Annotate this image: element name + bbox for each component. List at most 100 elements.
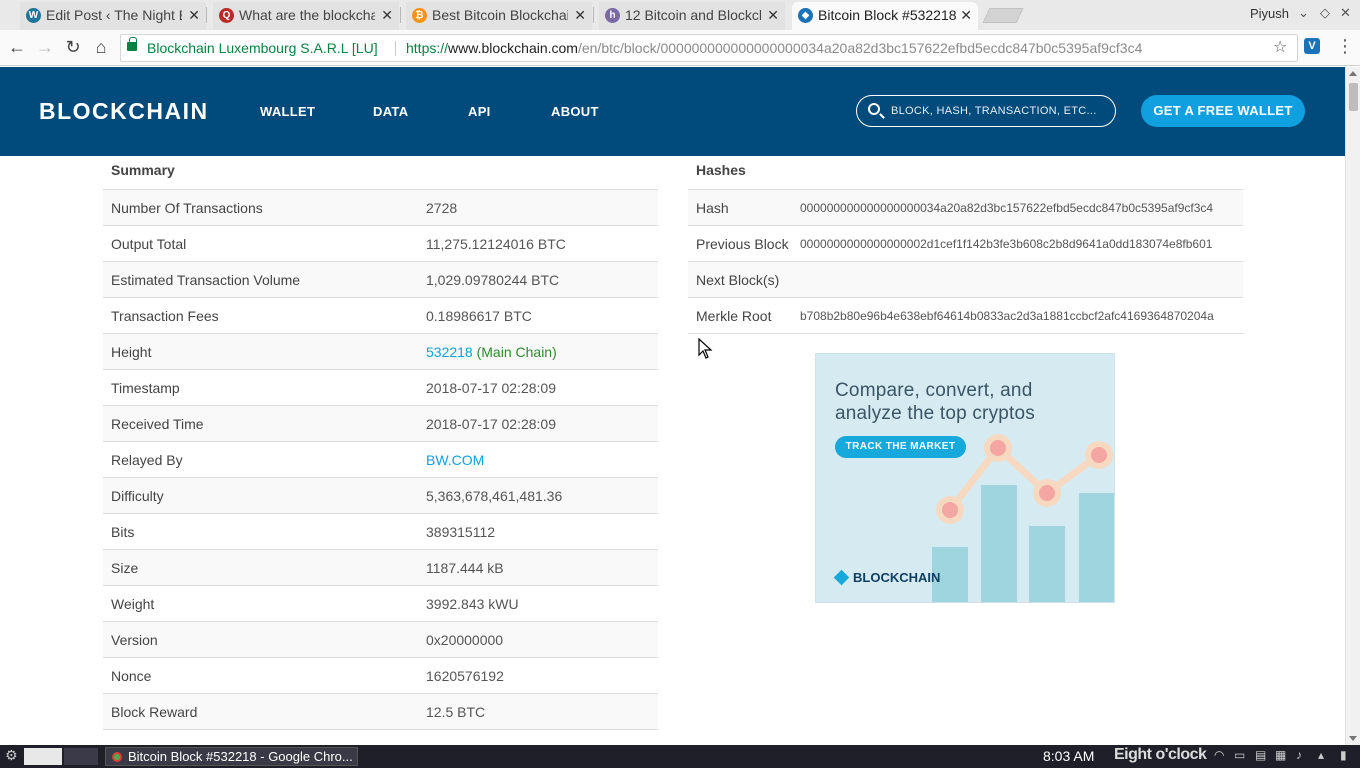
chevron-down-icon[interactable]: ⌄ [1298, 5, 1309, 21]
close-tab-icon[interactable]: ✕ [960, 2, 972, 28]
close-tab-icon[interactable]: ✕ [381, 2, 393, 28]
summary-row: Nonce 1620576192 [103, 658, 658, 694]
quora-icon: Q [219, 8, 234, 23]
hash-value: b708b2b80e96b4e638ebf64614b0833ac2d3a188… [800, 309, 1214, 323]
summary-value: 389315112 [426, 524, 496, 540]
summary-row: Transaction Fees 0.18986617 BTC [103, 298, 658, 334]
ev-certificate-label: Blockchain Luxembourg S.A.R.L [LU] [147, 40, 378, 56]
new-tab-button[interactable] [982, 8, 1024, 23]
nav-api[interactable]: API [468, 104, 491, 119]
nav-about[interactable]: ABOUT [551, 104, 599, 119]
tab-title: 12 Bitcoin and Blockch [625, 7, 761, 23]
summary-heading: Summary [103, 156, 658, 190]
summary-row: Difficulty 5,363,678,461,481.36 [103, 478, 658, 514]
tab-best-bitcoin[interactable]: ₿ Best Bitcoin Blockchair ✕ [406, 2, 592, 30]
summary-value: 3992.843 kWU [426, 596, 519, 612]
tab-edit-post[interactable]: W Edit Post ‹ The Night B ✕ [20, 2, 206, 30]
calendar-icon[interactable]: ▦ [1275, 748, 1286, 762]
hash-label: Next Block(s) [696, 272, 780, 288]
scroll-down-icon[interactable] [1349, 736, 1357, 741]
close-window-icon[interactable]: ✕ [1340, 5, 1351, 21]
scroll-up-icon[interactable] [1349, 71, 1357, 76]
summary-row: Version 0x20000000 [103, 622, 658, 658]
wifi-icon[interactable]: ◠ [1214, 748, 1224, 762]
get-free-wallet-button[interactable]: GET A FREE WALLET [1141, 95, 1305, 127]
summary-label: Weight [111, 596, 155, 612]
summary-row: Weight 3992.843 kWU [103, 586, 658, 622]
blockchain-logo-icon [833, 569, 850, 586]
tab-title: Bitcoin Block #532218 [818, 7, 957, 23]
hash-link[interactable]: 0000000000000000002d1cef1f142b3fe3b608c2… [800, 226, 1212, 262]
close-tab-icon[interactable]: ✕ [767, 2, 779, 28]
volume-icon[interactable]: ♪ [1296, 748, 1302, 762]
tab-title: What are the blockcha [239, 7, 375, 23]
summary-label: Relayed By [111, 452, 183, 468]
site-search [856, 95, 1116, 127]
summary-row: Block Reward 12.5 BTC [103, 694, 658, 730]
site-logo[interactable]: BLOCKCHAIN [39, 98, 209, 125]
summary-label: Timestamp [111, 380, 180, 396]
reload-icon[interactable]: ↻ [62, 36, 84, 58]
summary-label: Estimated Transaction Volume [111, 272, 301, 288]
nav-wallet[interactable]: WALLET [260, 104, 315, 119]
summary-value: 2018-07-17 02:28:09 [426, 380, 556, 396]
summary-value: 0x20000000 [426, 632, 504, 648]
show-desktop-icon[interactable]: ▮ [1340, 748, 1347, 762]
ad-banner[interactable]: Compare, convert, and analyze the top cr… [815, 353, 1115, 603]
summary-row: Height 532218 (Main Chain) [103, 334, 658, 370]
profile-name[interactable]: Piyush [1250, 6, 1289, 21]
workspace-1[interactable] [24, 748, 62, 765]
summary-value: 11,275.12124016 BTC [426, 236, 566, 252]
hashes-table: Hashes Hash 000000000000000000034a20a82d3… [688, 156, 1243, 334]
url-text: https://www.blockchain.com/en/btc/block/… [406, 40, 1143, 56]
restore-icon[interactable]: ◇ [1320, 5, 1330, 21]
site-header: BLOCKCHAIN WALLET DATA API ABOUT GET A F… [0, 67, 1345, 156]
summary-table: Summary Number Of Transactions 2728 Output… [103, 156, 658, 730]
ad-headline-2: analyze the top cryptos [835, 403, 1035, 424]
summary-label: Block Reward [111, 704, 198, 720]
page-scrollbar[interactable] [1345, 67, 1360, 745]
nav-data[interactable]: DATA [373, 104, 408, 119]
tab-12-bitcoin[interactable]: h 12 Bitcoin and Blockch ✕ [599, 2, 785, 30]
taskbar-window-chrome[interactable]: Bitcoin Block #532218 - Google Chro... [105, 747, 358, 766]
bookmark-star-icon[interactable]: ☆ [1273, 37, 1287, 57]
height-link[interactable]: 532218 [426, 344, 473, 360]
hub-icon: h [605, 8, 620, 23]
workspace-2[interactable] [64, 748, 98, 765]
close-tab-icon[interactable]: ✕ [574, 2, 586, 28]
summary-label: Number Of Transactions [111, 200, 263, 216]
battery-icon[interactable]: ▭ [1234, 748, 1245, 762]
track-market-button[interactable]: TRACK THE MARKET [835, 436, 966, 458]
hashes-heading: Hashes [688, 156, 1243, 190]
extension-icon[interactable]: V [1304, 38, 1320, 54]
chrome-icon [112, 752, 122, 762]
close-tab-icon[interactable]: ✕ [188, 2, 200, 28]
hash-link[interactable]: 000000000000000000034a20a82d3bc157622efb… [800, 190, 1213, 226]
summary-row: Output Total 11,275.12124016 BTC [103, 226, 658, 262]
clipboard-icon[interactable]: ▤ [1255, 748, 1266, 762]
system-menu-icon[interactable]: ⚙ [5, 747, 18, 764]
main-chain-label: (Main Chain) [476, 344, 557, 360]
summary-row: Received Time 2018-07-17 02:28:09 [103, 406, 658, 442]
tab-bitcoin-block[interactable]: ◆ Bitcoin Block #532218 ✕ [792, 2, 978, 30]
address-bar[interactable]: Blockchain Luxembourg S.A.R.L [LU] https… [120, 34, 1298, 62]
clock-phrase: Eight o'clock [1114, 746, 1207, 763]
ad-headline-1: Compare, convert, and [835, 380, 1033, 401]
hash-row: Previous Block 0000000000000000002d1cef1f… [688, 226, 1243, 262]
tab-quora[interactable]: Q What are the blockcha ✕ [213, 2, 399, 30]
forward-icon[interactable]: → [34, 36, 56, 58]
home-icon[interactable]: ⌂ [90, 36, 112, 58]
summary-row: Size 1187.444 kB [103, 550, 658, 586]
notifications-icon[interactable]: ▴ [1318, 748, 1324, 762]
relayed-by-link[interactable]: BW.COM [426, 452, 484, 468]
summary-label: Output Total [111, 236, 187, 252]
taskbar-window-title: Bitcoin Block #532218 - Google Chro... [128, 749, 353, 764]
back-icon[interactable]: ← [6, 36, 28, 58]
summary-value: 532218 (Main Chain) [426, 334, 557, 370]
search-input[interactable] [889, 100, 1109, 122]
summary-row: Estimated Transaction Volume 1,029.097802… [103, 262, 658, 298]
summary-value: 5,363,678,461,481.36 [426, 488, 563, 504]
summary-row: Timestamp 2018-07-17 02:28:09 [103, 370, 658, 406]
menu-kebab-icon[interactable]: ⋮ [1336, 36, 1354, 57]
scroll-thumb[interactable] [1349, 83, 1358, 111]
